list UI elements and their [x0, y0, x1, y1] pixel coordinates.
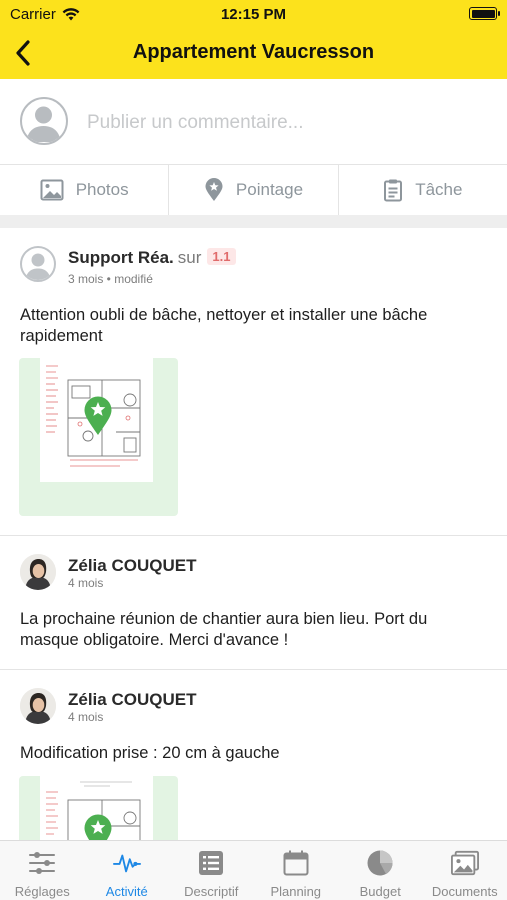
task-button[interactable]: Tâche	[339, 165, 507, 215]
post-author: Support Réa. sur 1.1	[68, 248, 236, 268]
user-photo	[20, 688, 56, 724]
battery-icon	[469, 7, 500, 20]
post-author: Zélia COUQUET	[68, 690, 197, 709]
activity-feed[interactable]: Support Réa. sur 1.1 3 mois • modifié Atte…	[0, 228, 507, 840]
floor-plan-thumbnail	[40, 358, 153, 482]
tab-descriptif[interactable]: Descriptif	[169, 841, 254, 900]
post-text: Modification prise : 20 cm à gauche	[20, 744, 280, 762]
tab-label: Planning	[270, 884, 322, 899]
pulse-icon	[112, 849, 141, 877]
author-context: sur	[177, 248, 202, 267]
tab-label: Documents	[431, 884, 498, 899]
photos-icon	[450, 849, 479, 877]
avatar	[20, 554, 56, 590]
section-divider	[0, 215, 507, 228]
plan-image[interactable]	[19, 776, 178, 840]
tab-label: Budget	[359, 884, 401, 899]
calendar-icon	[282, 849, 310, 877]
post-timestamp: 3 mois • modifié	[68, 272, 153, 286]
photos-label: Photos	[75, 180, 129, 199]
tab-budget[interactable]: Budget	[338, 841, 423, 900]
comment-input[interactable]: Publier un commentaire...	[87, 112, 304, 134]
photos-button[interactable]: Photos	[0, 165, 170, 215]
list-item[interactable]: Zélia COUQUET 4 mois La prochaine réunio…	[0, 536, 507, 670]
tab-documents[interactable]: Documents	[423, 841, 507, 900]
user-placeholder-icon	[26, 106, 61, 142]
pointage-button[interactable]: Pointage	[169, 165, 339, 215]
tab-label: Activité	[105, 884, 148, 899]
tab-label: Réglages	[14, 884, 70, 899]
image-icon	[40, 179, 64, 201]
post-timestamp: 4 mois	[68, 710, 104, 724]
map-pin-star-icon	[84, 396, 112, 435]
list-item[interactable]: Support Réa. sur 1.1 3 mois • modifié Atte…	[0, 228, 507, 536]
task-label: Tâche	[415, 180, 463, 199]
plan-image[interactable]	[19, 358, 178, 516]
nav-bar: Appartement Vaucresson	[0, 28, 507, 79]
avatar	[20, 688, 56, 724]
tab-label: Descriptif	[184, 884, 239, 899]
clock: 12:15 PM	[220, 6, 287, 23]
sliders-icon	[28, 849, 56, 877]
clipboard-icon	[384, 179, 403, 202]
list-item[interactable]: Zélia COUQUET 4 mois Modification prise …	[0, 670, 507, 840]
map-pin-star-icon	[84, 814, 112, 840]
list-icon	[197, 849, 225, 877]
location-pin-star-icon	[205, 178, 223, 201]
user-photo	[20, 554, 56, 590]
post-timestamp: 4 mois	[68, 576, 104, 590]
tab-planning[interactable]: Planning	[254, 841, 339, 900]
status-bar: Carrier 12:15 PM	[0, 0, 507, 28]
post-text: Attention oubli de bâche, nettoyer et in…	[20, 306, 428, 345]
tab-bar: Réglages Activité Descriptif Planning Bu…	[0, 840, 507, 900]
comment-composer: Publier un commentaire...	[0, 79, 507, 165]
pointage-label: Pointage	[235, 180, 304, 199]
post-author: Zélia COUQUET	[68, 556, 197, 575]
floor-plan-thumbnail	[40, 776, 153, 840]
pie-chart-icon	[366, 849, 394, 877]
author-name: Support Réa.	[68, 248, 174, 267]
page-title: Appartement Vaucresson	[132, 41, 375, 63]
status-badge[interactable]: 1.1	[207, 248, 236, 265]
tab-activite[interactable]: Activité	[85, 841, 170, 900]
user-placeholder-icon	[25, 253, 51, 280]
avatar	[20, 97, 68, 145]
post-actions: Photos Pointage Tâche	[0, 165, 507, 215]
avatar	[20, 246, 56, 282]
tab-reglages[interactable]: Réglages	[0, 841, 85, 900]
post-text: La prochaine réunion de chantier aura bi…	[20, 610, 428, 649]
